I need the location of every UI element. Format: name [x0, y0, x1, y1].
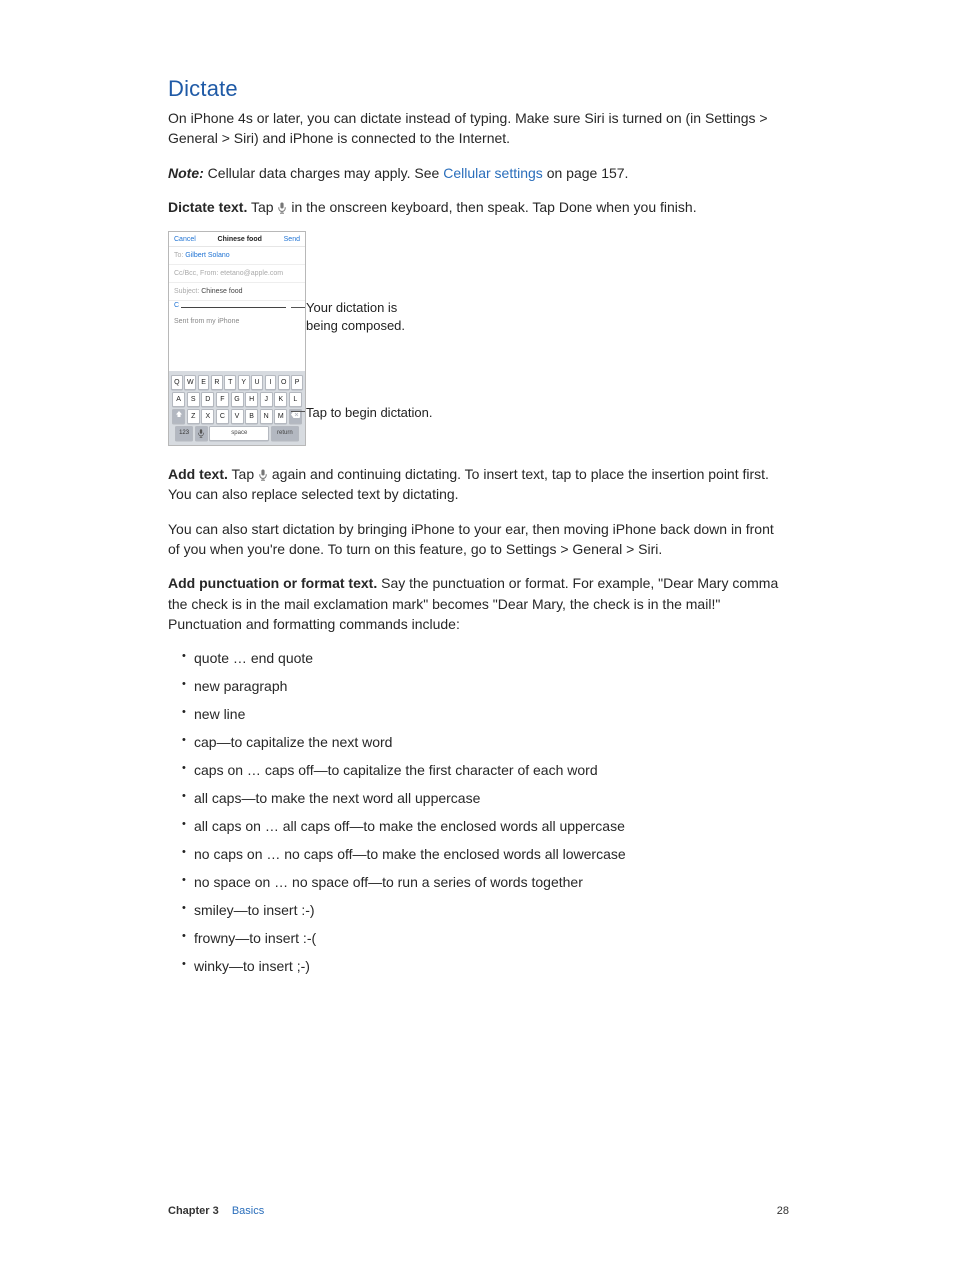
numbers-key: 123 — [175, 426, 193, 441]
keyboard-row-3: Z X C V B N M — [171, 409, 303, 424]
body-prefix: C — [174, 302, 179, 309]
list-item: winky—to insert ;-) — [182, 956, 789, 977]
list-item: no caps on … no caps off—to make the enc… — [182, 844, 789, 865]
callout-compose-line1: Your dictation is — [306, 300, 397, 315]
page-footer: Chapter 3 Basics 28 — [168, 1205, 789, 1217]
intro-paragraph: On iPhone 4s or later, you can dictate i… — [168, 108, 789, 149]
send-button: Send — [284, 236, 300, 243]
key-t: T — [224, 375, 236, 390]
dictate-text-after: in the onscreen keyboard, then speak. Ta… — [287, 199, 696, 215]
phone-mockup: Cancel Chinese food Send To: Gilbert Sol… — [168, 231, 306, 446]
section-heading: Dictate — [168, 76, 789, 102]
key-n: N — [260, 409, 273, 424]
key-i: I — [265, 375, 277, 390]
key-b: B — [245, 409, 258, 424]
compose-title: Chinese food — [218, 236, 262, 243]
key-x: X — [201, 409, 214, 424]
key-k: K — [274, 392, 287, 407]
punctuation-label: Add punctuation or format text. — [168, 575, 377, 591]
callout-compose: Your dictation is being composed. — [306, 299, 405, 334]
ear-dictation-paragraph: You can also start dictation by bringing… — [168, 519, 789, 560]
note-label: Note: — [168, 165, 204, 181]
key-j: J — [260, 392, 273, 407]
list-item: smiley—to insert :-) — [182, 900, 789, 921]
signature-text: Sent from my iPhone — [174, 318, 300, 325]
callout-compose-line2: being composed. — [306, 318, 405, 333]
to-value: Gilbert Solano — [185, 252, 229, 259]
note-paragraph: Note: Cellular data charges may apply. S… — [168, 163, 789, 183]
compose-body: C Sent from my iPhone — [169, 301, 305, 371]
microphone-icon — [277, 202, 287, 214]
key-f: F — [216, 392, 229, 407]
list-item: all caps—to make the next word all upper… — [182, 788, 789, 809]
add-text-paragraph: Add text. Tap again and continuing dicta… — [168, 464, 789, 505]
keyboard-row-2: A S D F G H J K L — [171, 392, 303, 407]
key-m: M — [274, 409, 287, 424]
to-row: To: Gilbert Solano — [169, 247, 305, 265]
onscreen-keyboard: Q W E R T Y U I O P A S D F G H — [169, 371, 305, 445]
page-number: 28 — [777, 1205, 789, 1217]
chapter-name: Basics — [232, 1205, 264, 1217]
callout-line-2 — [291, 411, 305, 412]
note-text-b: on page 157. — [543, 165, 629, 181]
key-d: D — [201, 392, 214, 407]
subject-label: Subject: — [174, 288, 199, 295]
list-item: caps on … caps off—to capitalize the fir… — [182, 760, 789, 781]
space-key: space — [209, 426, 269, 441]
microphone-icon — [258, 469, 268, 481]
key-s: S — [187, 392, 200, 407]
list-item: new paragraph — [182, 676, 789, 697]
dictate-text-before: Tap — [247, 199, 277, 215]
dictation-underline — [181, 307, 286, 308]
key-a: A — [172, 392, 185, 407]
key-r: R — [211, 375, 223, 390]
list-item: no space on … no space off—to run a seri… — [182, 872, 789, 893]
cc-row: Cc/Bcc, From: etetano@apple.com — [169, 265, 305, 283]
subject-value: Chinese food — [201, 288, 242, 295]
dictate-text-label: Dictate text. — [168, 199, 247, 215]
to-label: To: — [174, 252, 183, 259]
punctuation-paragraph: Add punctuation or format text. Say the … — [168, 573, 789, 634]
add-text-label: Add text. — [168, 466, 228, 482]
key-u: U — [251, 375, 263, 390]
key-o: O — [278, 375, 290, 390]
cc-label: Cc/Bcc, From: etetano@apple.com — [174, 270, 283, 277]
note-text-a: Cellular data charges may apply. See — [204, 165, 443, 181]
key-w: W — [184, 375, 196, 390]
dictate-text-paragraph: Dictate text. Tap in the onscreen keyboa… — [168, 197, 789, 217]
callout-line-1 — [291, 307, 305, 308]
key-e: E — [198, 375, 210, 390]
list-item: quote … end quote — [182, 648, 789, 669]
list-item: new line — [182, 704, 789, 725]
chapter-label: Chapter 3 — [168, 1205, 219, 1217]
key-q: Q — [171, 375, 183, 390]
key-c: C — [216, 409, 229, 424]
key-g: G — [231, 392, 244, 407]
key-y: Y — [238, 375, 250, 390]
key-l: L — [289, 392, 302, 407]
return-key: return — [271, 426, 299, 441]
dictation-figure: Cancel Chinese food Send To: Gilbert Sol… — [168, 231, 789, 446]
subject-row: Subject: Chinese food — [169, 283, 305, 301]
list-item: cap—to capitalize the next word — [182, 732, 789, 753]
list-item: all caps on … all caps off—to make the e… — [182, 816, 789, 837]
key-v: V — [231, 409, 244, 424]
key-h: H — [245, 392, 258, 407]
cancel-button: Cancel — [174, 236, 196, 243]
add-text-before: Tap — [228, 466, 258, 482]
key-p: P — [291, 375, 303, 390]
commands-list: quote … end quote new paragraph new line… — [168, 648, 789, 977]
keyboard-row-1: Q W E R T Y U I O P — [171, 375, 303, 390]
callout-mic: Tap to begin dictation. — [306, 404, 432, 422]
key-z: Z — [187, 409, 200, 424]
cellular-settings-link[interactable]: Cellular settings — [443, 165, 543, 181]
list-item: frowny—to insert :-( — [182, 928, 789, 949]
keyboard-row-4: 123 space return — [171, 426, 303, 441]
shift-key — [172, 409, 185, 424]
dictation-key — [195, 426, 208, 441]
